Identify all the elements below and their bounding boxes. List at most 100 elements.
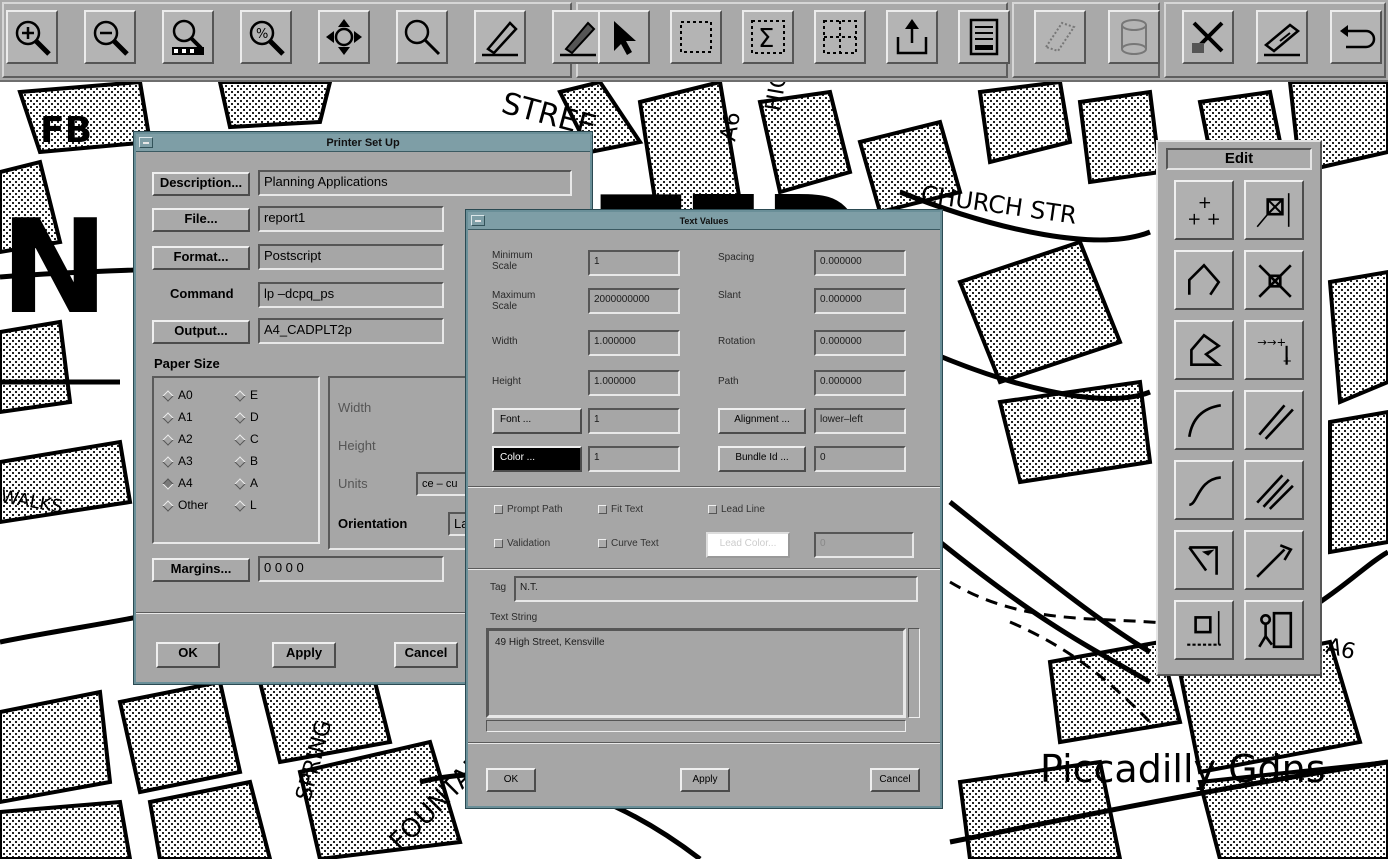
paper-radio-l[interactable]: L (234, 498, 257, 512)
tag-field[interactable]: N.T. (514, 576, 918, 602)
lead-line-checkbox[interactable]: Lead Line (708, 504, 765, 515)
zoom-out-button[interactable] (84, 10, 136, 64)
text-values-titlebar[interactable]: Text Values (468, 212, 940, 230)
prompt-path-checkbox[interactable]: Prompt Path (494, 504, 563, 515)
format-field[interactable]: Postscript (258, 244, 444, 270)
text-string-area[interactable]: 49 High Street, Kensville (486, 628, 906, 718)
file-button[interactable]: File... (152, 208, 250, 232)
paper-radio-a2[interactable]: A2 (162, 432, 193, 446)
text-cancel-button[interactable]: Cancel (870, 768, 920, 792)
exit-tool[interactable] (1244, 600, 1304, 660)
zoom-in-button[interactable] (6, 10, 58, 64)
plotter-button[interactable] (1256, 10, 1308, 64)
alignment-button[interactable]: Alignment ... (718, 408, 806, 434)
rotation-field[interactable]: 0.000000 (814, 330, 906, 356)
hatch-pencil-button[interactable] (552, 10, 604, 64)
angle-line-tool[interactable] (1174, 530, 1234, 590)
paper-radio-a0[interactable]: A0 (162, 388, 193, 402)
pan-button[interactable] (318, 10, 370, 64)
curve-text-checkbox[interactable]: Curve Text (598, 538, 659, 549)
document-icon (969, 18, 999, 56)
validation-checkbox[interactable]: Validation (494, 538, 550, 549)
select-box-button[interactable] (670, 10, 722, 64)
output-button[interactable]: Output... (152, 320, 250, 344)
command-field[interactable]: lp –dcpq_ps (258, 282, 444, 308)
paper-radio-a1[interactable]: A1 (162, 410, 193, 424)
printer-apply-button[interactable]: Apply (272, 642, 336, 668)
description-button[interactable]: Description... (152, 172, 250, 196)
undo-button[interactable] (1330, 10, 1382, 64)
fit-text-checkbox[interactable]: Fit Text (598, 504, 643, 515)
font-field[interactable]: 1 (588, 408, 680, 434)
paper-radio-c[interactable]: C (234, 432, 259, 446)
text-apply-button[interactable]: Apply (680, 768, 730, 792)
printer-ok-button[interactable]: OK (156, 642, 220, 668)
document-button[interactable] (958, 10, 1010, 64)
font-button[interactable]: Font ... (492, 408, 582, 434)
alignment-field[interactable]: lower–left (814, 408, 906, 434)
text-values-title: Text Values (679, 216, 729, 226)
add-points-tool[interactable]: + + + (1174, 180, 1234, 240)
place-symbol-tool[interactable] (1174, 600, 1234, 660)
margins-field[interactable]: 0 0 0 0 (258, 556, 444, 582)
spacing-field[interactable]: 0.000000 (814, 250, 906, 276)
path-field[interactable]: 0.000000 (814, 370, 906, 396)
sum-select-button[interactable]: Σ (742, 10, 794, 64)
slant-field[interactable]: 0.000000 (814, 288, 906, 314)
multi-parallel-icon (1256, 474, 1294, 510)
window-menu-icon[interactable] (471, 215, 485, 226)
lead-color-button[interactable]: Lead Color... (706, 532, 790, 558)
paper-radio-b[interactable]: B (234, 454, 258, 468)
height-field[interactable]: 1.000000 (588, 370, 680, 396)
format-button[interactable]: Format... (152, 246, 250, 270)
paper-radio-e[interactable]: E (234, 388, 258, 402)
draw-pencil-button[interactable] (474, 10, 526, 64)
move-vertex-tool[interactable]: →→+ + (1244, 320, 1304, 380)
polyline-tool[interactable] (1174, 250, 1234, 310)
text-ok-button[interactable]: OK (486, 768, 536, 792)
grid-select-button[interactable] (814, 10, 866, 64)
printer-setup-titlebar[interactable]: Printer Set Up (136, 134, 590, 152)
paper-radio-a4[interactable]: A4 (162, 476, 193, 490)
edit-palette-title[interactable]: Edit (1166, 148, 1312, 170)
layer-dotted-button[interactable] (1034, 10, 1086, 64)
paper-radio-d[interactable]: D (234, 410, 259, 424)
printer-cancel-button[interactable]: Cancel (394, 642, 458, 668)
minimum-scale-field[interactable]: 1 (588, 250, 680, 276)
select-arrow-button[interactable] (598, 10, 650, 64)
output-field[interactable]: A4_CADPLT2p (258, 318, 444, 344)
bundle-id-field[interactable]: 0 (814, 446, 906, 472)
zoom-percent-button[interactable]: % (240, 10, 292, 64)
extend-line-tool[interactable] (1244, 530, 1304, 590)
window-menu-icon[interactable] (139, 137, 153, 148)
paper-radio-other[interactable]: Other (162, 498, 208, 512)
zoom-button[interactable] (396, 10, 448, 64)
multi-parallel-tool[interactable] (1244, 460, 1304, 520)
parallel-line-tool[interactable] (1244, 390, 1304, 450)
tools-button[interactable] (1182, 10, 1234, 64)
description-field[interactable]: Planning Applications (258, 170, 572, 196)
svg-text:+: + (1282, 354, 1292, 368)
export-button[interactable] (886, 10, 938, 64)
slant-label: Slant (718, 290, 741, 301)
polygon-tool[interactable] (1174, 320, 1234, 380)
color-button[interactable]: Color ... (492, 446, 582, 472)
delete-point-tool[interactable] (1244, 250, 1304, 310)
zoom-window-button[interactable] (162, 10, 214, 64)
file-field[interactable]: report1 (258, 206, 444, 232)
maximum-scale-field[interactable]: 2000000000 (588, 288, 680, 314)
lead-color-field[interactable]: 0 (814, 532, 914, 558)
color-field[interactable]: 1 (588, 446, 680, 472)
arc-tool[interactable] (1174, 390, 1234, 450)
width-field[interactable]: 1.000000 (588, 330, 680, 356)
text-string-vscrollbar[interactable] (908, 628, 920, 718)
paper-radio-a[interactable]: A (234, 476, 258, 490)
curve-tool[interactable] (1174, 460, 1234, 520)
text-values-separator-3 (468, 742, 940, 744)
text-string-hscrollbar[interactable] (486, 720, 906, 732)
paper-radio-a3[interactable]: A3 (162, 454, 193, 468)
cylinder-button[interactable] (1108, 10, 1160, 64)
move-box-tool[interactable] (1244, 180, 1304, 240)
bundle-id-button[interactable]: Bundle Id ... (718, 446, 806, 472)
margins-button[interactable]: Margins... (152, 558, 250, 582)
